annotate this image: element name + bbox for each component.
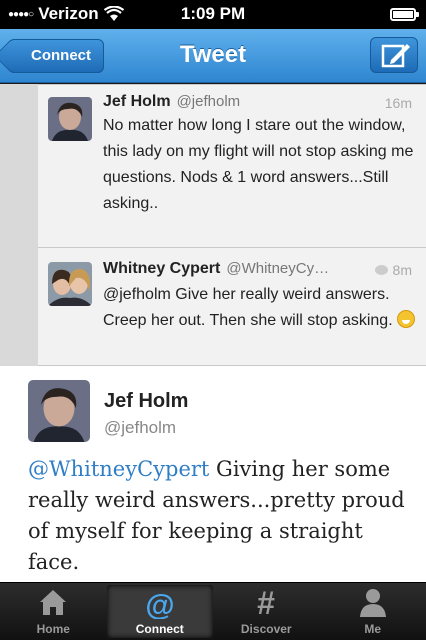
compose-button[interactable] <box>370 37 418 73</box>
tab-bar: Home @ Connect # Discover Me <box>0 582 426 640</box>
status-bar: ●●●●○ Verizon 1:09 PM <box>0 0 426 29</box>
avatar[interactable] <box>28 380 90 442</box>
smile-emoji-icon <box>397 310 416 328</box>
thread-tweet[interactable]: Jef Holm @jefholm 16m No matter how long … <box>38 84 426 248</box>
conversation-icon <box>374 265 388 275</box>
svg-text:#: # <box>257 587 275 617</box>
conversation-thread: Jef Holm @jefholm 16m No matter how long … <box>0 84 426 366</box>
tab-label: Me <box>364 622 382 636</box>
tab-connect[interactable]: @ Connect <box>106 585 213 638</box>
author-name: Jef Holm @jefholm <box>103 93 241 110</box>
svg-text:@: @ <box>145 589 174 619</box>
author-name[interactable]: Jef Holm <box>104 390 188 413</box>
avatar[interactable] <box>48 262 92 306</box>
home-icon <box>40 590 67 615</box>
author-handle: @jefholm <box>176 93 241 110</box>
tab-discover[interactable]: # Discover <box>213 583 320 640</box>
author-name: Whitney Cypert @WhitneyCy… <box>103 260 330 277</box>
author-handle: @WhitneyCy… <box>226 260 330 277</box>
compose-icon <box>381 44 410 68</box>
tab-label: Discover <box>240 622 292 636</box>
hash-icon: # <box>257 587 275 617</box>
mention-link[interactable]: @WhitneyCypert <box>28 457 209 481</box>
tab-label: Connect <box>135 622 184 636</box>
tab-home[interactable]: Home <box>0 583 107 640</box>
tweet-detail-content: Jef Holm @jefholm 16m No matter how long … <box>0 84 426 582</box>
page-title: Tweet <box>179 41 247 68</box>
avatar[interactable] <box>48 97 92 141</box>
tweet-timestamp: 8m <box>374 262 412 278</box>
person-icon <box>359 589 386 617</box>
tweet-text: No matter how long I stare out the windo… <box>103 117 414 212</box>
tweet-timestamp: 16m <box>384 95 412 111</box>
tab-label: Home <box>36 622 70 636</box>
tweet-text: @WhitneyCypert Giving her some really we… <box>28 457 405 574</box>
battery-icon <box>390 8 419 21</box>
author-handle[interactable]: @jefholm <box>104 418 176 438</box>
main-tweet: Jef Holm @jefholm @WhitneyCypert Giving … <box>0 366 426 582</box>
at-icon: @ <box>145 589 174 619</box>
status-time: 1:09 PM <box>180 4 246 23</box>
thread-tweet[interactable]: Whitney Cypert @WhitneyCy… 8m @jefholm Gi… <box>38 248 426 366</box>
tab-me[interactable]: Me <box>320 583 426 640</box>
tweet-text: @jefholm Give her really weird answers. … <box>103 282 416 334</box>
navigation-bar: Connect Tweet <box>0 29 426 83</box>
